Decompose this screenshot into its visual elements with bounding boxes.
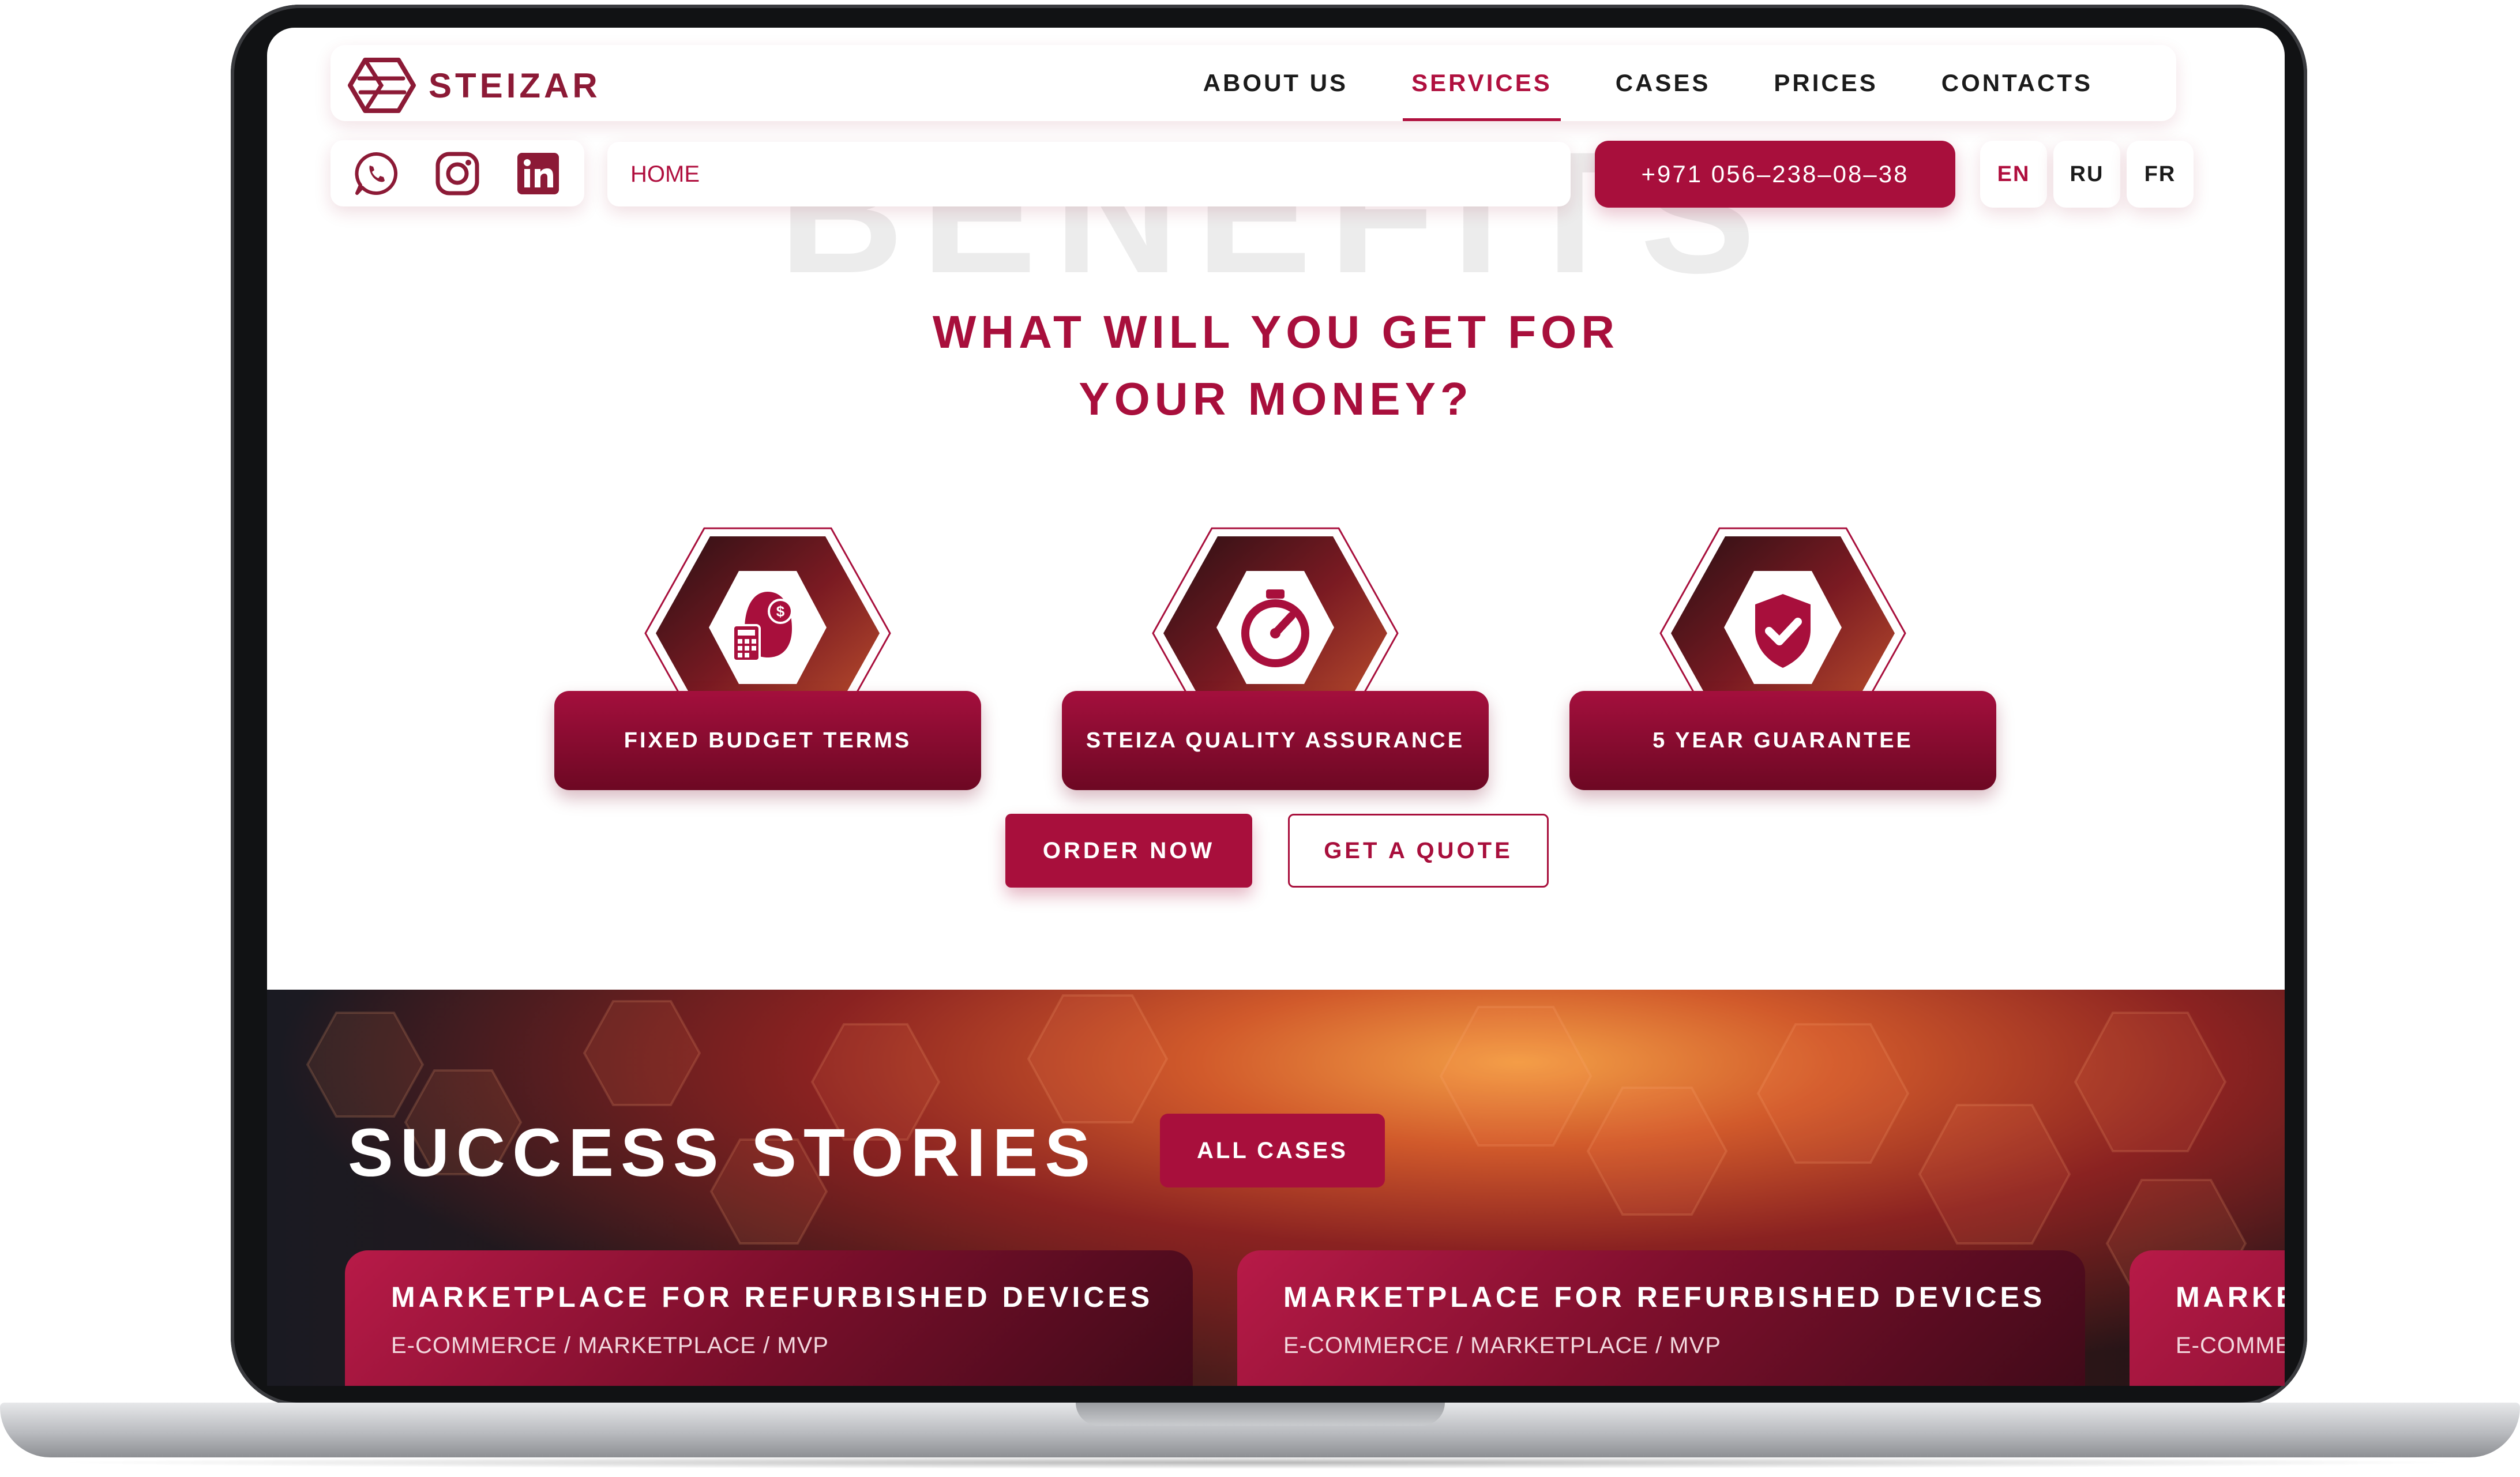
breadcrumb-home[interactable]: HOME <box>630 161 700 187</box>
logo[interactable]: STEIZAR <box>348 57 601 114</box>
linkedin-icon[interactable] <box>514 149 562 198</box>
instagram-icon[interactable] <box>433 149 482 198</box>
benefit-fixed-budget: $ FIXED BUDGET TERMS <box>554 524 981 824</box>
success-stories-title: SUCCESS STORIES <box>348 1115 1098 1191</box>
steizar-logo-icon <box>348 58 416 113</box>
case-title: MARKETPLACE FOR REFURBISHED DEVICES <box>1283 1281 2046 1313</box>
benefit-guarantee: 5 YEAR GUARANTEE <box>1569 524 1996 824</box>
case-tags: E-COMMERCE / MARKETPLACE / MVP <box>1283 1333 1721 1358</box>
nav-item-contacts[interactable]: CONTACTS <box>1910 45 2124 121</box>
main-nav: ABOUT US SERVICES CASES PRICES CONTACTS <box>1171 45 2124 121</box>
benefit-card-label: 5 YEAR GUARANTEE <box>1569 691 1996 790</box>
whatsapp-icon[interactable] <box>352 149 401 198</box>
case-card[interactable]: MARKETPLACE FOR REFURBISHED DEVICES E-CO… <box>1237 1250 2085 1386</box>
phone-button[interactable]: +971 056–238–08–38 <box>1595 141 1955 208</box>
case-card[interactable]: MARKETPLACE FOR REFURBISHED DEVICES E-CO… <box>345 1250 1193 1386</box>
case-tags: E-COMMERCE / MARKETPLACE / MVP <box>2176 1333 2285 1358</box>
case-title: MARKETPLACE FOR REFURBISHED DEVICES <box>2176 1281 2285 1313</box>
order-now-button[interactable]: ORDER NOW <box>1005 814 1252 888</box>
benefit-card-label: STEIZA QUALITY ASSURANCE <box>1062 691 1489 790</box>
case-tags: E-COMMERCE / MARKETPLACE / MVP <box>391 1333 829 1358</box>
nav-item-about-us[interactable]: ABOUT US <box>1171 45 1380 121</box>
website-screen: BENEFITS STEIZAR ABOUT US SERVICES CASES… <box>267 28 2285 1386</box>
nav-item-cases[interactable]: CASES <box>1584 45 1742 121</box>
benefit-card-label: FIXED BUDGET TERMS <box>554 691 981 790</box>
brand-name: STEIZAR <box>429 66 601 105</box>
svg-text:$: $ <box>776 603 785 620</box>
nav-item-prices[interactable]: PRICES <box>1742 45 1909 121</box>
social-links <box>331 140 584 206</box>
breadcrumb[interactable]: HOME <box>607 142 1571 206</box>
get-quote-button[interactable]: GET A QUOTE <box>1288 814 1549 888</box>
benefit-quality-assurance: STEIZA QUALITY ASSURANCE <box>1062 524 1489 824</box>
lang-en-button[interactable]: EN <box>1980 141 2047 208</box>
case-card[interactable]: MARKETPLACE FOR REFURBISHED DEVICES E-CO… <box>2130 1250 2285 1386</box>
nav-item-services[interactable]: SERVICES <box>1380 45 1584 121</box>
main-header: STEIZAR ABOUT US SERVICES CASES PRICES C… <box>331 45 2176 121</box>
lang-fr-button[interactable]: FR <box>2127 141 2194 208</box>
laptop-base-notch <box>1076 1403 1445 1426</box>
all-cases-button[interactable]: ALL CASES <box>1160 1114 1385 1187</box>
laptop-shadow <box>46 1456 2469 1469</box>
lang-ru-button[interactable]: RU <box>2053 141 2120 208</box>
success-stories-section: SUCCESS STORIES ALL CASES MARKETPLACE FO… <box>267 990 2285 1386</box>
benefits-headline: WHAT WILL YOU GET FOR YOUR MONEY? <box>932 306 1620 424</box>
case-title: MARKETPLACE FOR REFURBISHED DEVICES <box>391 1281 1154 1313</box>
